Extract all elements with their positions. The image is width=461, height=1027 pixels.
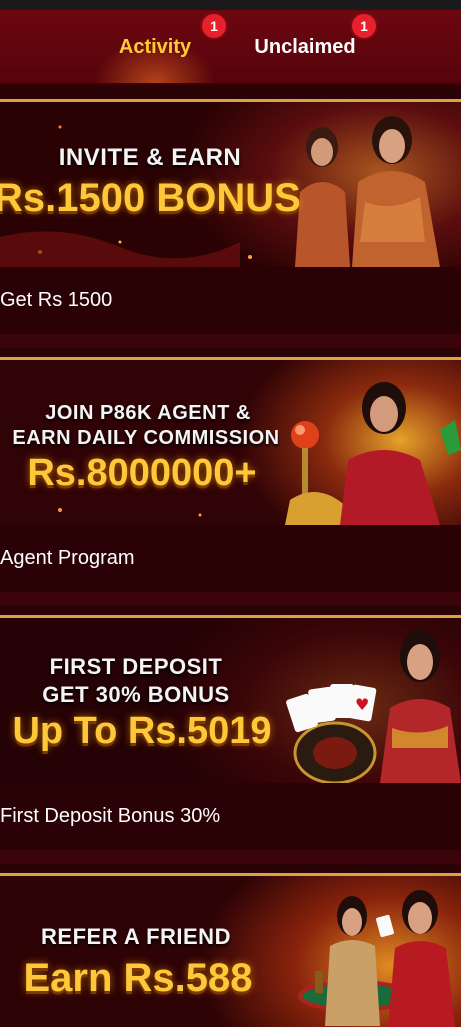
banner-decoration bbox=[298, 890, 455, 1027]
banner-headline: FIRST DEPOSIT bbox=[49, 654, 223, 679]
svg-text:♥: ♥ bbox=[355, 695, 369, 714]
tab-activity[interactable]: Activity 1 bbox=[85, 10, 226, 83]
banner-headline: INVITE & EARN bbox=[58, 144, 242, 171]
tab-unclaimed-badge: 1 bbox=[352, 14, 376, 38]
banner-subheadline: EARN DAILY COMMISSION bbox=[12, 427, 280, 449]
banner-amount: Rs.8000000+ bbox=[27, 452, 257, 494]
tab-activity-label: Activity bbox=[118, 36, 192, 58]
banner-headline: JOIN P86K AGENT & bbox=[45, 402, 251, 424]
banner-subheadline: GET 30% BONUS bbox=[42, 682, 230, 707]
tab-activity-badge: 1 bbox=[202, 14, 226, 38]
promo-card-refer[interactable]: REFER A FRIEND Earn Rs.588 bbox=[0, 873, 461, 1027]
promo-card-agent[interactable]: JOIN P86K AGENT & EARN DAILY COMMISSION … bbox=[0, 357, 461, 592]
promo-banner-first-deposit[interactable]: ♥ FIRST DEPOSIT GET 30% BONUS Up To Rs.5… bbox=[0, 618, 461, 783]
promo-banner-agent[interactable]: JOIN P86K AGENT & EARN DAILY COMMISSION … bbox=[0, 360, 461, 525]
promo-caption: Get Rs 1500 bbox=[0, 267, 461, 334]
banner-headline: REFER A FRIEND bbox=[41, 924, 231, 949]
divider bbox=[0, 592, 461, 606]
banner-amount: Rs.1500 BONUS bbox=[0, 176, 301, 220]
divider bbox=[0, 334, 461, 348]
promo-caption: First Deposit Bonus 30% bbox=[0, 783, 461, 850]
promo-card-invite[interactable]: INVITE & EARN Rs.1500 BONUS Get Rs 1500 bbox=[0, 99, 461, 334]
divider bbox=[0, 850, 461, 864]
promo-caption: Agent Program bbox=[0, 525, 461, 592]
tab-unclaimed[interactable]: Unclaimed 1 bbox=[235, 10, 376, 83]
status-strip bbox=[0, 0, 461, 10]
promo-banner-refer[interactable]: REFER A FRIEND Earn Rs.588 bbox=[0, 876, 461, 1027]
promo-banner-invite[interactable]: INVITE & EARN Rs.1500 BONUS bbox=[0, 102, 461, 267]
tab-unclaimed-label: Unclaimed bbox=[254, 36, 356, 58]
banner-amount: Earn Rs.588 bbox=[23, 956, 253, 1000]
banner-amount: Up To Rs.5019 bbox=[12, 710, 272, 752]
tab-bar: Activity 1 Unclaimed 1 bbox=[0, 10, 461, 83]
promo-card-first-deposit[interactable]: ♥ FIRST DEPOSIT GET 30% BONUS Up To Rs.5… bbox=[0, 615, 461, 850]
